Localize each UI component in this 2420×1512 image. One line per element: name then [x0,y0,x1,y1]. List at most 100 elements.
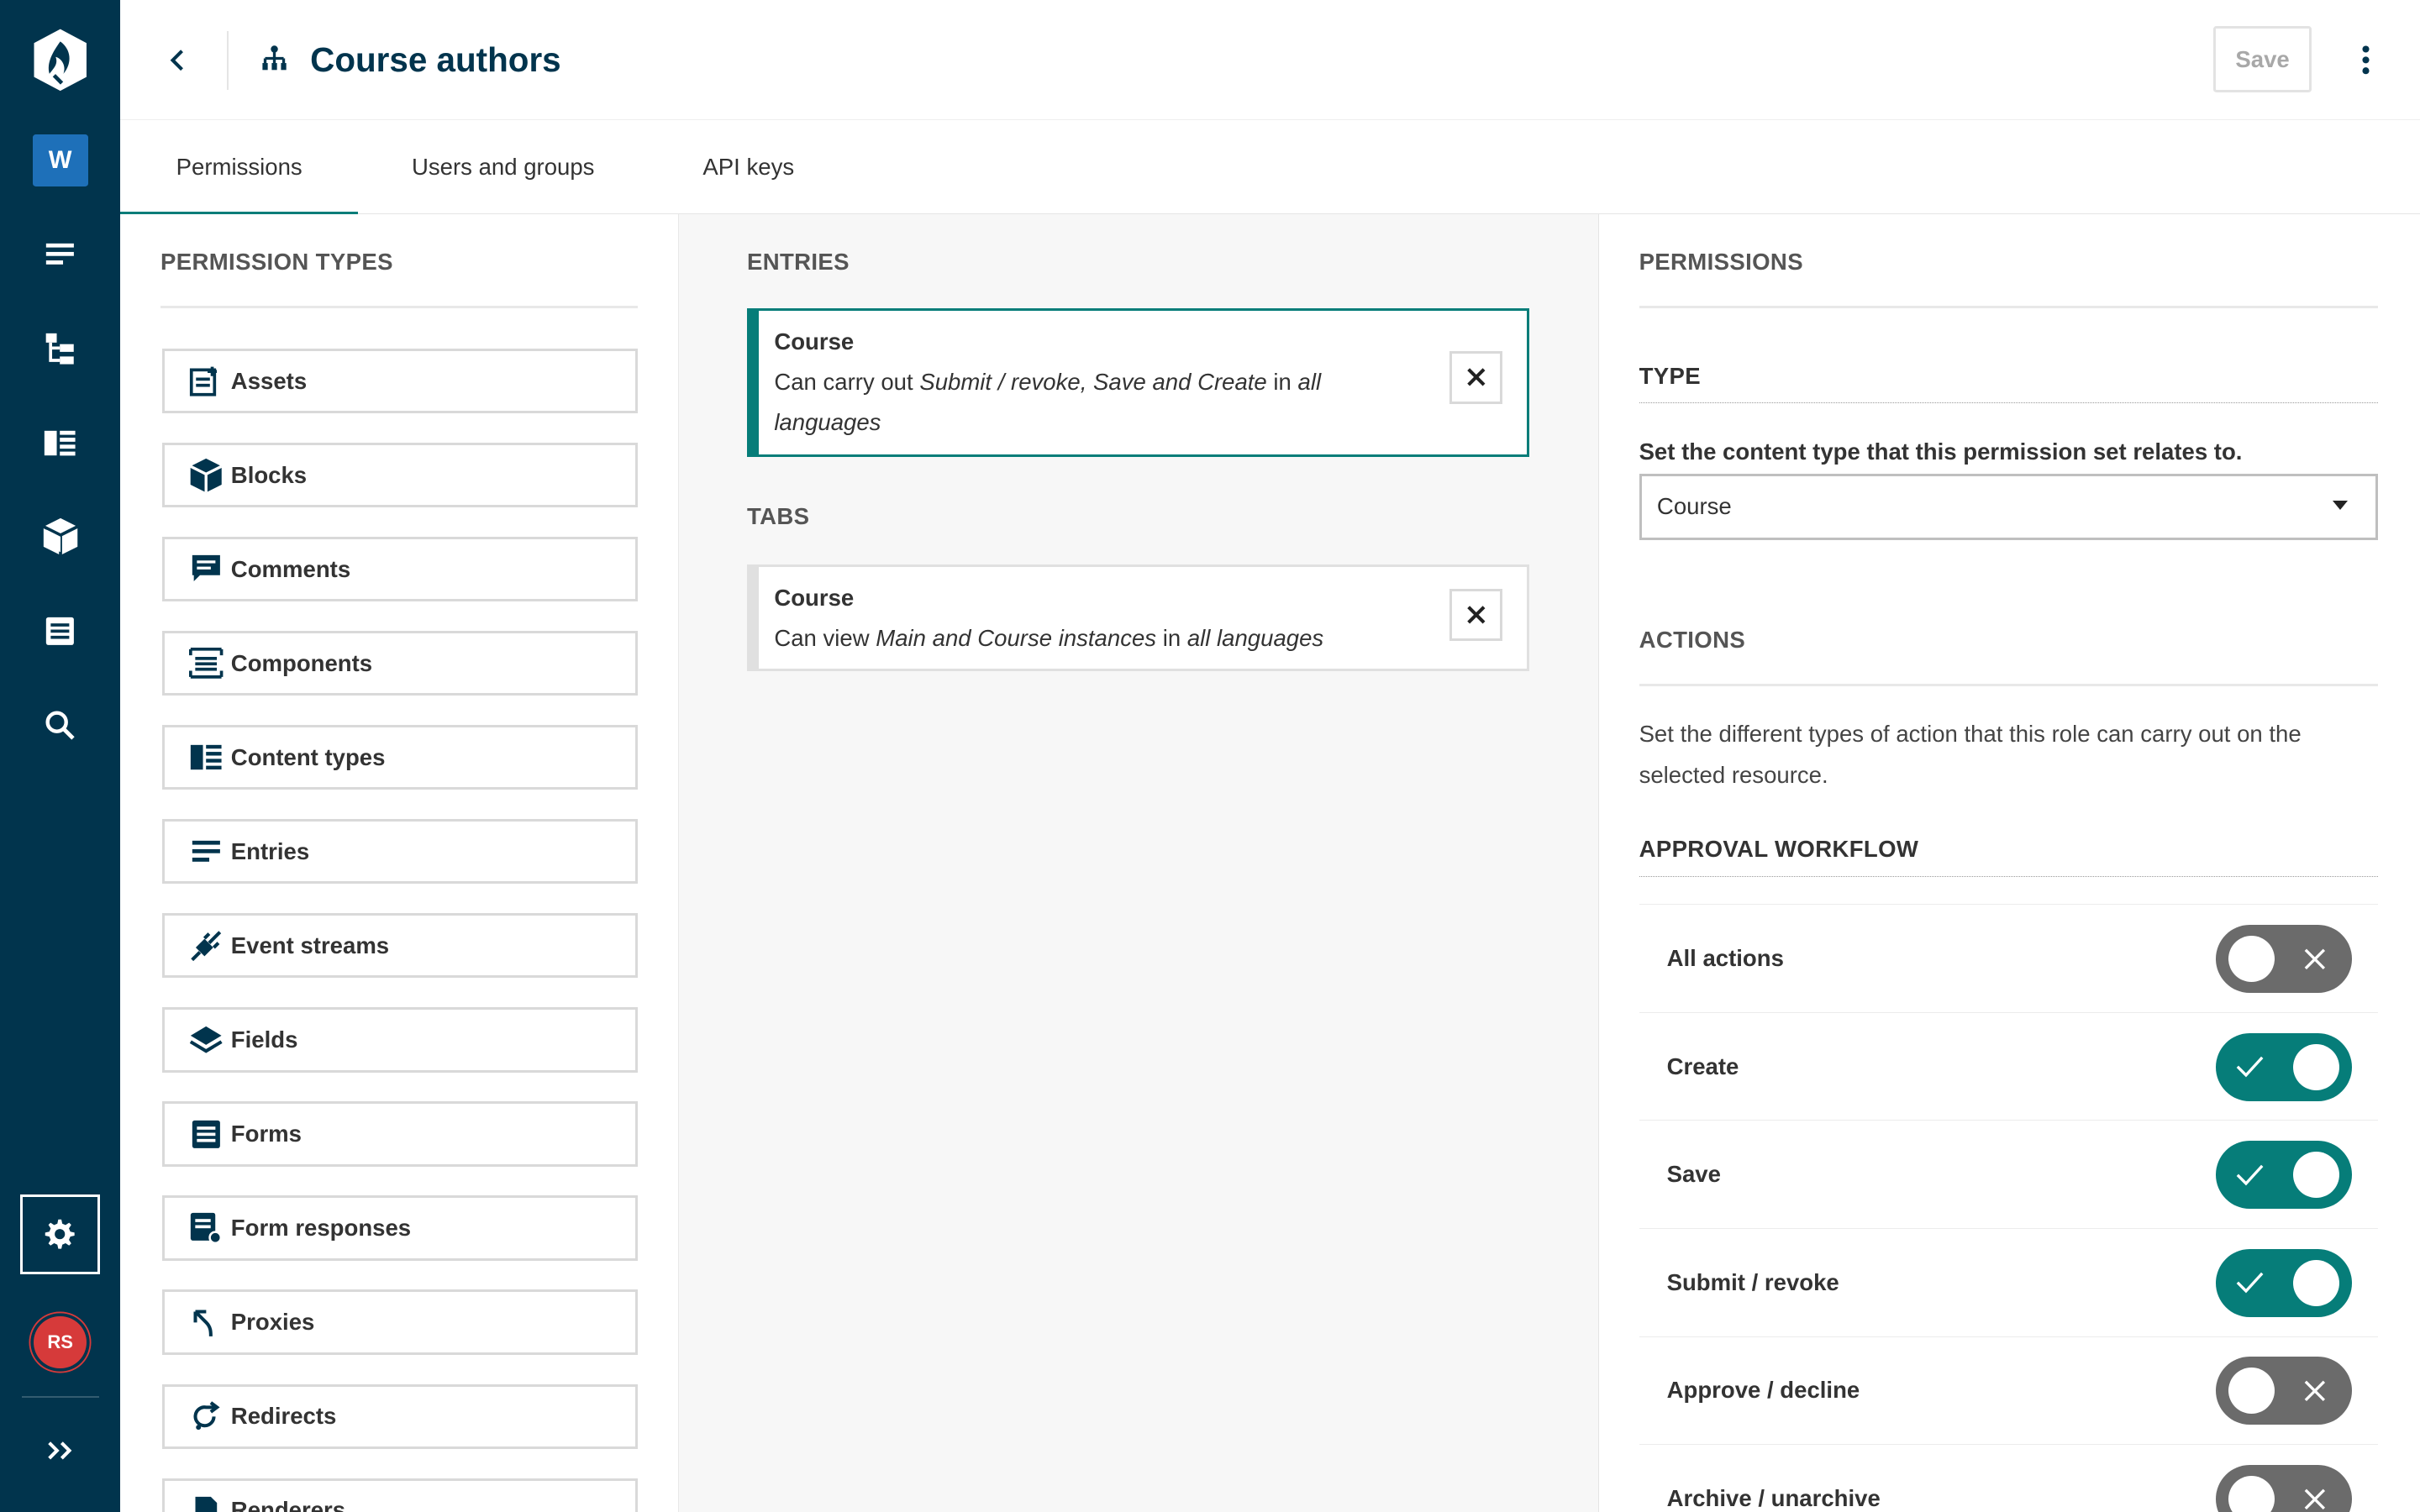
permission-type-label: Assets [230,367,308,394]
all-actions-toggle[interactable] [2216,925,2353,993]
permission-type-redirects[interactable]: Redirects [161,1383,638,1449]
settings-button[interactable] [0,1193,120,1276]
content-type-value: Course [1656,493,1732,520]
action-label: Submit / revoke [1666,1268,1839,1295]
permission-type-label: Components [230,649,373,676]
permission-type-content-types[interactable]: Content types [161,725,638,790]
workspace-badge: W [32,134,88,187]
check-icon [2235,1159,2266,1190]
content-type-select[interactable]: Course [1639,473,2379,540]
permission-type-label: Content types [230,743,386,770]
action-row-all-actions: All actions [1639,904,2379,1012]
toggle-knob [2293,1043,2340,1090]
workspace-switcher[interactable]: W [0,125,120,196]
permission-type-event-streams[interactable]: Event streams [161,913,638,979]
assigned-permissions-panel: ENTRIES Course Can carry out Submit / re… [679,214,1599,1512]
close-icon [2300,1375,2331,1406]
close-icon [2300,1483,2331,1512]
avatar: RS [34,1315,87,1369]
entries-title: ENTRIES [746,248,850,275]
toggle-knob [2228,936,2275,983]
role-hierarchy-icon [260,45,288,79]
action-label: All actions [1666,945,1784,972]
form-responses-icon [187,1210,224,1247]
action-row-approve-decline: Approve / decline [1639,1336,2379,1445]
tab-permissions[interactable]: Permissions [120,120,359,217]
divider [1639,402,2379,403]
toggle-knob [2293,1259,2340,1306]
create-toggle[interactable] [2216,1032,2353,1101]
more-options-button[interactable] [2343,40,2389,81]
components-icon [187,645,224,682]
close-icon [1466,368,1486,386]
permissions-editor-panel: PERMISSIONS TYPE Set the content type th… [1598,214,2420,1512]
divider [1639,876,2379,877]
user-menu[interactable]: RS [0,1307,120,1378]
permission-type-assets[interactable]: Assets [161,349,638,414]
tab-users-and-groups[interactable]: Users and groups [382,120,623,214]
tab-api-keys[interactable]: API keys [679,120,818,214]
save-toggle[interactable] [2216,1141,2353,1210]
approve-decline-toggle[interactable] [2216,1357,2353,1425]
content-types-icon [187,739,224,776]
blocks-icon [187,457,224,494]
settings-icon [19,1194,101,1275]
approval-workflow-title: APPROVAL WORKFLOW [1639,836,1919,863]
entries-icon[interactable] [0,219,120,290]
card-title: Course [774,584,855,611]
page-title: Course authors [310,40,561,80]
more-vertical-icon [2362,45,2370,75]
content-types-icon[interactable] [0,407,120,478]
archive-unarchive-toggle[interactable] [2216,1465,2353,1512]
submit-revoke-toggle[interactable] [2216,1248,2353,1317]
expand-icon[interactable] [0,1415,120,1485]
actions-title: ACTIONS [1639,626,1746,653]
divider [160,305,638,309]
permission-type-fields[interactable]: Fields [161,1007,638,1073]
check-icon [2235,1052,2266,1083]
permission-type-label: Fields [230,1026,298,1053]
divider [1639,305,2379,309]
close-icon [1466,606,1486,624]
save-button[interactable]: Save [2212,26,2312,93]
entries-permission-card[interactable]: Course Can carry out Submit / revoke, Sa… [746,308,1530,457]
permission-type-label: Forms [230,1120,302,1147]
logo-icon[interactable] [0,24,120,95]
event-streams-icon [187,927,224,964]
permission-type-entries[interactable]: Entries [161,819,638,885]
permission-type-forms[interactable]: Forms [161,1101,638,1167]
remove-button[interactable] [1449,351,1502,404]
app-root: W RS Course authors Save Permissions Use… [0,0,2420,1512]
divider [1639,683,2379,687]
renderers-icon [187,1492,224,1512]
caret-down-icon [2333,501,2349,511]
actions-description: Set the different types of action that t… [1639,720,2302,789]
permission-type-label: Blocks [230,461,308,488]
permission-type-label: Form responses [230,1215,412,1241]
rail-divider [21,1396,99,1399]
action-label: Approve / decline [1666,1377,1860,1404]
permission-type-proxies[interactable]: Proxies [161,1289,638,1355]
search-icon[interactable] [0,690,120,760]
proxies-icon [187,1304,224,1341]
permission-type-renderers[interactable]: Renderers [161,1478,638,1512]
permission-type-components[interactable]: Components [161,631,638,696]
permission-type-comments[interactable]: Comments [161,537,638,602]
forms-icon [187,1116,224,1152]
permission-type-blocks[interactable]: Blocks [161,443,638,508]
blocks-icon[interactable] [0,501,120,572]
comments-icon [187,551,224,588]
remove-button[interactable] [1449,588,1502,642]
header-divider [226,30,229,90]
type-field-label: Set the content type that this permissio… [1639,438,2243,465]
forms-icon[interactable] [0,596,120,666]
site-tree-icon[interactable] [0,313,120,384]
permission-type-form-responses[interactable]: Form responses [161,1195,638,1261]
action-label: Save [1666,1161,1721,1188]
action-row-create: Create [1639,1011,2379,1121]
back-button[interactable] [155,34,201,86]
action-row-archive-unarchive: Archive / unarchive [1639,1444,2379,1512]
action-row-submit-revoke: Submit / revoke [1639,1228,2379,1336]
tabs-permission-card[interactable]: Course Can view Main and Course instance… [746,564,1530,671]
permission-type-label: Comments [230,555,351,582]
